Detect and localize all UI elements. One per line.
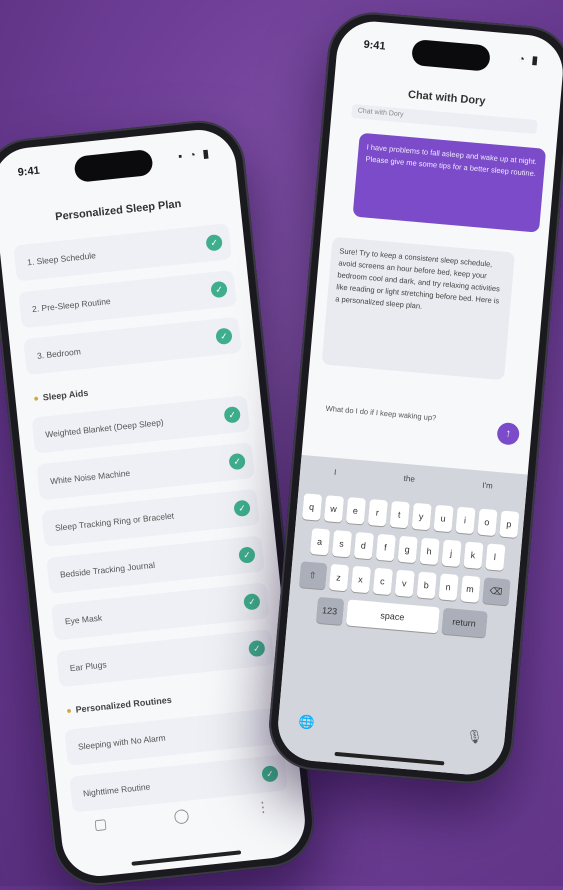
suggestion-item[interactable]: I (333, 458, 338, 488)
check-icon[interactable]: ✓ (248, 639, 266, 658)
key-g[interactable]: g (397, 535, 418, 564)
key-o[interactable]: o (476, 508, 498, 536)
aid-item-label: Sleep Tracking Ring or Bracelet (54, 510, 175, 533)
shift-key[interactable]: ⇧ (298, 561, 327, 590)
home-icon[interactable]: ▢ (93, 815, 109, 846)
keyboard-accessory-bar: 🌐 🎙 (277, 712, 505, 756)
space-key[interactable]: space (345, 599, 440, 634)
suggestion-item[interactable]: I'm (481, 471, 494, 502)
profile-icon[interactable]: ⋮ (255, 798, 272, 829)
left-phone: 9:41 ▪ ◔ ▮ Personalized Sleep Plan 1. Sl… (0, 116, 319, 890)
dynamic-island (410, 38, 491, 72)
key-z[interactable]: z (328, 563, 349, 592)
key-d[interactable]: d (353, 531, 374, 560)
key-n[interactable]: n (438, 573, 459, 601)
delete-key[interactable]: ⌫ (481, 577, 511, 606)
routine-item-label: Nighttime Routine (82, 781, 151, 799)
return-key[interactable]: return (441, 607, 488, 638)
key-v[interactable]: v (394, 569, 415, 598)
suggestion-item[interactable]: the (402, 464, 416, 495)
status-icons: ▪ ◔ ▮ (177, 147, 212, 164)
key-j[interactable]: j (440, 539, 462, 567)
key-c[interactable]: c (372, 567, 393, 596)
check-icon[interactable]: ✓ (205, 233, 223, 252)
user-message-bubble: I have problems to fall asleep and wake … (352, 132, 547, 233)
aid-item-label: Ear Plugs (69, 659, 108, 674)
key-m[interactable]: m (459, 575, 481, 603)
dynamic-island (73, 148, 154, 183)
status-time: 9:41 (17, 164, 41, 179)
chat-icon[interactable]: ◯ (173, 807, 192, 838)
send-button[interactable]: ↑ (496, 421, 521, 446)
checklist-item-label: 3. Bedroom (36, 346, 82, 361)
key-y[interactable]: y (411, 502, 432, 531)
key-k[interactable]: k (462, 541, 484, 569)
checklist-item-label: 1. Sleep Schedule (26, 250, 97, 268)
key-x[interactable]: x (350, 565, 371, 594)
key-l[interactable]: l (484, 543, 506, 571)
aid-item-label: Bedside Tracking Journal (59, 559, 156, 580)
check-icon[interactable]: ✓ (210, 280, 228, 299)
check-icon[interactable]: ✓ (228, 452, 246, 471)
globe-icon[interactable]: 🌐 (298, 714, 315, 731)
section-bullet-icon: ● (32, 392, 40, 404)
on-screen-keyboard: I the I'm qwertyuiop asdfghjkl ⇧ zxcvbnm… (275, 454, 528, 778)
check-icon[interactable]: ✓ (261, 765, 279, 783)
key-e[interactable]: e (345, 497, 366, 525)
check-icon[interactable]: ✓ (243, 592, 261, 611)
aid-item-label: Weighted Blanket (Deep Sleep) (44, 417, 165, 440)
key-q[interactable]: q (301, 493, 322, 521)
status-time: 9:41 (363, 38, 387, 53)
left-phone-screen: 9:41 ▪ ◔ ▮ Personalized Sleep Plan 1. Sl… (0, 126, 309, 880)
check-icon[interactable]: ✓ (233, 499, 251, 518)
home-indicator (131, 850, 242, 866)
key-u[interactable]: u (432, 504, 454, 533)
key-t[interactable]: t (389, 500, 410, 529)
status-icons: ◔ ▮ (517, 53, 541, 68)
check-icon[interactable]: ✓ (215, 327, 233, 346)
key-b[interactable]: b (416, 571, 437, 599)
right-phone: 9:41 ◔ ▮ Chat with Dory Chat with Dory I… (265, 8, 563, 788)
message-input[interactable]: What do I do if I keep waking up? (325, 403, 475, 428)
microphone-icon[interactable]: 🎙 (465, 728, 484, 745)
check-icon[interactable]: ✓ (238, 546, 256, 564)
numbers-key[interactable]: 123 (315, 596, 344, 625)
key-w[interactable]: w (323, 495, 344, 523)
aid-item-label: Eye Mask (64, 612, 103, 627)
page-title: Personalized Sleep Plan (54, 198, 182, 224)
section-heading-label: Sleep Aids (42, 387, 89, 403)
key-h[interactable]: h (419, 537, 440, 566)
key-p[interactable]: p (498, 510, 519, 538)
checklist-item-label: 2. Pre-Sleep Routine (31, 295, 112, 315)
section-heading-label: Personalized Routines (75, 694, 173, 715)
assistant-message-bubble: Sure! Try to keep a consistent sleep sch… (321, 236, 516, 381)
home-indicator (333, 751, 444, 766)
keyboard-letter-group: zxcvbnm (326, 563, 482, 603)
routine-item-label: Sleeping with No Alarm (77, 732, 167, 752)
key-s[interactable]: s (331, 529, 352, 558)
sleep-plan-list: 1. Sleep Schedule ✓ 2. Pre-Sleep Routine… (13, 223, 289, 823)
message-composer: What do I do if I keep waking up? ↑ (315, 396, 521, 460)
section-bullet-icon: ● (65, 705, 73, 716)
key-a[interactable]: a (309, 528, 330, 556)
key-f[interactable]: f (375, 533, 396, 562)
key-r[interactable]: r (367, 498, 388, 527)
check-icon[interactable]: ✓ (223, 406, 242, 424)
right-phone-screen: 9:41 ◔ ▮ Chat with Dory Chat with Dory I… (275, 18, 563, 778)
key-i[interactable]: i (454, 506, 476, 535)
aid-item-label: White Noise Machine (49, 467, 131, 487)
